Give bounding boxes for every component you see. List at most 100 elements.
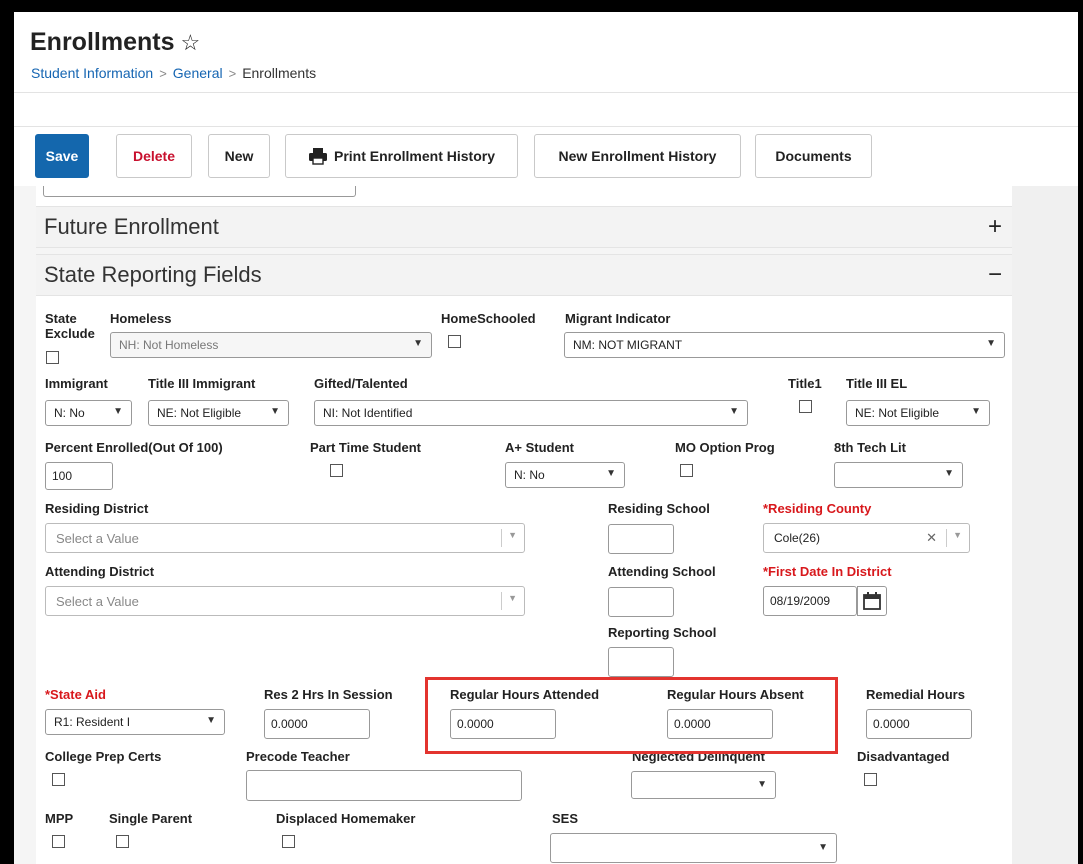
dropdown-arrow-icon: ▼ bbox=[953, 530, 962, 540]
print-enrollment-history-label: Print Enrollment History bbox=[333, 148, 496, 164]
migrant-indicator-select[interactable]: NM: NOT MIGRANT ▼ bbox=[564, 332, 1005, 358]
chevron-right-icon: > bbox=[228, 65, 237, 81]
first-date-input[interactable]: 08/19/2009 bbox=[763, 586, 857, 616]
star-icon[interactable]: ☆ bbox=[180, 30, 200, 56]
expand-icon[interactable]: + bbox=[988, 213, 1002, 241]
immigrant-value: N: No bbox=[54, 406, 85, 420]
ses-select[interactable]: ▼ bbox=[550, 833, 837, 863]
delete-button[interactable]: Delete bbox=[116, 134, 192, 178]
res2-hrs-input[interactable]: 0.0000 bbox=[264, 709, 370, 739]
residing-county-label: *Residing County bbox=[763, 501, 872, 516]
title-iii-el-select[interactable]: NE: Not Eligible ▼ bbox=[846, 400, 990, 426]
page-title: Enrollments ☆ bbox=[30, 28, 200, 57]
dropdown-arrow-icon: ▼ bbox=[508, 530, 517, 540]
precode-teacher-label: Precode Teacher bbox=[246, 749, 350, 764]
remedial-hours-input[interactable]: 0.0000 bbox=[866, 709, 972, 739]
mpp-label: MPP bbox=[45, 811, 74, 826]
homeless-value: NH: Not Homeless bbox=[119, 338, 219, 352]
app: Enrollments ☆ Student Information > Gene… bbox=[14, 12, 1078, 864]
breadcrumb-student-information[interactable]: Student Information bbox=[31, 65, 153, 81]
dropdown-arrow-icon: ▼ bbox=[508, 593, 517, 603]
residing-district-label: Residing District bbox=[45, 501, 149, 516]
dropdown-arrow-icon: ▼ bbox=[206, 715, 216, 726]
precode-teacher-input[interactable] bbox=[246, 770, 522, 801]
home-schooled-checkbox[interactable] bbox=[448, 335, 461, 348]
gifted-talented-select[interactable]: NI: Not Identified ▼ bbox=[314, 400, 748, 426]
state-reporting-header[interactable]: State Reporting Fields − bbox=[36, 254, 1012, 296]
state-reporting-title: State Reporting Fields bbox=[44, 262, 262, 287]
future-enrollment-header[interactable]: Future Enrollment + bbox=[36, 206, 1012, 248]
dropdown-arrow-icon: ▼ bbox=[971, 406, 981, 417]
immigrant-label: Immigrant bbox=[45, 376, 108, 391]
a-plus-student-select[interactable]: N: No ▼ bbox=[505, 462, 625, 488]
title-iii-el-value: NE: Not Eligible bbox=[855, 406, 940, 420]
single-parent-label: Single Parent bbox=[109, 811, 193, 826]
percent-enrolled-label: Percent Enrolled(Out Of 100) bbox=[45, 440, 223, 455]
chevron-right-icon: > bbox=[159, 65, 167, 81]
print-enrollment-history-button[interactable]: Print Enrollment History bbox=[285, 134, 518, 178]
reporting-school-input[interactable] bbox=[608, 647, 674, 677]
gifted-talented-value: NI: Not Identified bbox=[323, 406, 413, 420]
future-enrollment-title: Future Enrollment bbox=[44, 214, 219, 239]
college-prep-certs-checkbox[interactable] bbox=[52, 773, 65, 786]
attending-district-placeholder: Select a Value bbox=[56, 593, 139, 609]
displaced-homemaker-checkbox[interactable] bbox=[282, 835, 295, 848]
collapse-icon[interactable]: − bbox=[988, 261, 1002, 289]
a-plus-student-label: A+ Student bbox=[505, 440, 574, 455]
residing-district-combo[interactable]: Select a Value ▼ bbox=[45, 523, 525, 553]
eighth-tech-lit-select[interactable]: ▼ bbox=[834, 462, 963, 488]
right-pane bbox=[1012, 186, 1078, 864]
window-frame-right bbox=[1078, 0, 1083, 864]
state-exclude-checkbox[interactable] bbox=[46, 351, 59, 364]
attending-district-combo[interactable]: Select a Value ▼ bbox=[45, 586, 525, 616]
attending-school-input[interactable] bbox=[608, 587, 674, 617]
previous-section-remainder bbox=[36, 186, 1012, 206]
res2-hrs-label: Res 2 Hrs In Session bbox=[264, 687, 393, 702]
title-iii-immigrant-value: NE: Not Eligible bbox=[157, 406, 242, 420]
neglected-delinquent-select[interactable]: ▼ bbox=[631, 771, 776, 799]
single-parent-checkbox[interactable] bbox=[116, 835, 129, 848]
dropdown-arrow-icon: ▼ bbox=[986, 338, 996, 349]
action-toolbar: Save Delete New Print Enrollment History… bbox=[14, 126, 1078, 187]
attending-school-label: Attending School bbox=[608, 564, 716, 579]
displaced-homemaker-label: Displaced Homemaker bbox=[276, 811, 416, 826]
title-iii-immigrant-select[interactable]: NE: Not Eligible ▼ bbox=[148, 400, 289, 426]
dropdown-arrow-icon: ▼ bbox=[818, 842, 828, 853]
state-aid-select[interactable]: R1: Resident I ▼ bbox=[45, 709, 225, 735]
college-prep-certs-label: College Prep Certs bbox=[45, 749, 162, 764]
state-aid-label: *State Aid bbox=[45, 687, 106, 702]
homeless-select[interactable]: NH: Not Homeless ▼ bbox=[110, 332, 432, 358]
save-button[interactable]: Save bbox=[35, 134, 89, 178]
dropdown-arrow-icon: ▼ bbox=[270, 406, 280, 417]
residing-county-value: Cole(26) bbox=[774, 531, 821, 545]
residing-school-input[interactable] bbox=[608, 524, 674, 554]
disadvantaged-label: Disadvantaged bbox=[857, 749, 950, 764]
combo-divider bbox=[946, 529, 947, 547]
residing-county-combo[interactable]: Cole(26) ✕ ▼ bbox=[763, 523, 970, 553]
dropdown-arrow-icon: ▼ bbox=[729, 406, 739, 417]
new-button[interactable]: New bbox=[208, 134, 270, 178]
title1-checkbox[interactable] bbox=[799, 400, 812, 413]
dropdown-arrow-icon: ▼ bbox=[113, 406, 123, 417]
part-time-student-label: Part Time Student bbox=[310, 440, 422, 455]
part-time-student-checkbox[interactable] bbox=[330, 464, 343, 477]
immigrant-select[interactable]: N: No ▼ bbox=[45, 400, 132, 426]
mo-option-prog-checkbox[interactable] bbox=[680, 464, 693, 477]
new-enrollment-history-button[interactable]: New Enrollment History bbox=[534, 134, 741, 178]
dropdown-arrow-icon: ▼ bbox=[413, 338, 423, 349]
mo-option-prog-label: MO Option Prog bbox=[675, 440, 775, 455]
disadvantaged-checkbox[interactable] bbox=[864, 773, 877, 786]
percent-enrolled-input[interactable]: 100 bbox=[45, 462, 113, 490]
dropdown-arrow-icon: ▼ bbox=[606, 468, 616, 479]
calendar-button[interactable] bbox=[857, 586, 887, 616]
combo-divider bbox=[501, 592, 502, 610]
clear-icon[interactable]: ✕ bbox=[926, 530, 937, 546]
breadcrumb-general[interactable]: General bbox=[173, 65, 223, 81]
first-date-label: *First Date In District bbox=[763, 564, 892, 579]
page-header: Enrollments ☆ Student Information > Gene… bbox=[14, 12, 1078, 93]
window-frame-left bbox=[0, 0, 14, 864]
mpp-checkbox[interactable] bbox=[52, 835, 65, 848]
a-plus-student-value: N: No bbox=[514, 468, 545, 482]
attending-district-label: Attending District bbox=[45, 564, 155, 579]
documents-button[interactable]: Documents bbox=[755, 134, 872, 178]
